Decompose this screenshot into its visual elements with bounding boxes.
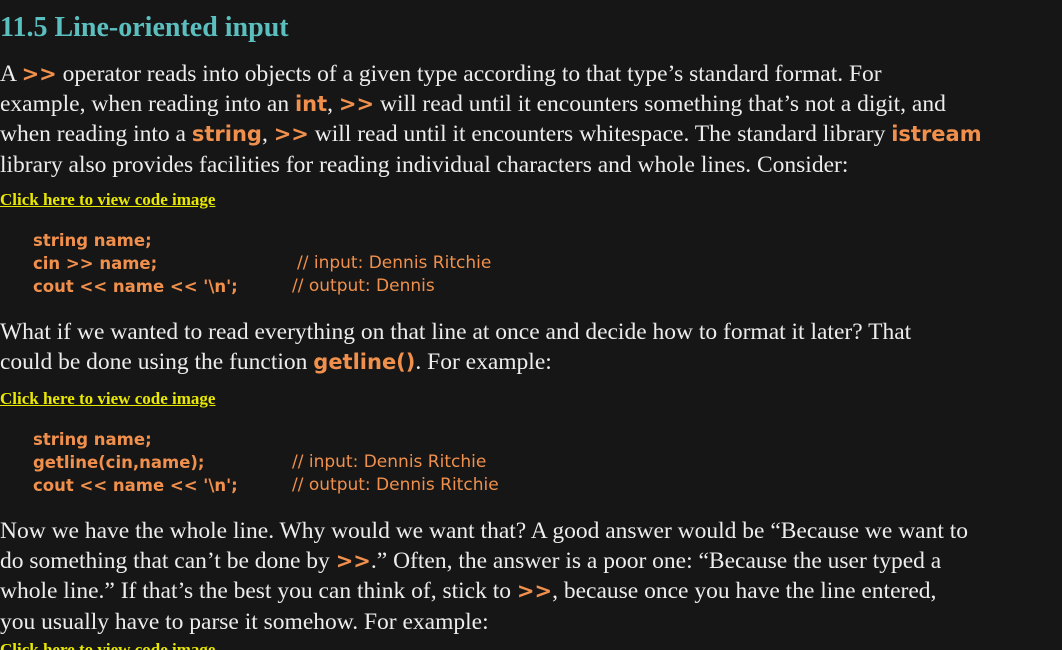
code-text: string name; bbox=[33, 430, 152, 449]
code-comment: // input: Dennis Ritchie bbox=[297, 253, 492, 273]
text-run: .” Often, the answer is a poor one: “Bec… bbox=[370, 548, 942, 575]
inline-code: >> bbox=[335, 549, 371, 574]
inline-code: istream bbox=[891, 122, 982, 147]
code-text: cin >> name; bbox=[33, 254, 158, 273]
text-run: when reading into a bbox=[0, 121, 192, 148]
text-run: A bbox=[0, 61, 22, 87]
text-run: whole line.” If that’s the best you can … bbox=[0, 578, 517, 605]
code-comment: // input: Dennis Ritchie bbox=[292, 452, 487, 472]
text-run: . For example: bbox=[415, 349, 552, 376]
paragraph-line: Now we have the whole line. Why would we… bbox=[0, 518, 969, 544]
inline-code: >> bbox=[21, 62, 57, 86]
inline-code: int bbox=[294, 92, 328, 117]
paragraph-whole-line: Now we have the whole line. Why would we… bbox=[0, 516, 1062, 637]
paragraph-line: A >> operator reads into objects of a gi… bbox=[0, 59, 1062, 89]
inline-code: >> bbox=[516, 579, 553, 604]
code-line: cout << name << '\n'; // output: Dennis … bbox=[33, 474, 633, 497]
view-code-image-link[interactable]: Click here to view code image bbox=[0, 389, 215, 409]
paragraph-line: could be done using the function getline… bbox=[0, 347, 1062, 377]
code-text: getline(cin,name); bbox=[33, 453, 205, 472]
text-run: will read until it encounters something … bbox=[374, 91, 946, 118]
code-line: cout << name << '\n'; // output: Dennis bbox=[33, 275, 633, 298]
inline-code: string bbox=[191, 122, 262, 147]
paragraph-intro: A >> operator reads into objects of a gi… bbox=[0, 59, 1062, 180]
section-heading: 11.5 Line-oriented input bbox=[0, 12, 289, 43]
paragraph-line: when reading into a string, >> will read… bbox=[0, 119, 1062, 149]
code-block-getline: string name; getline(cin,name); // input… bbox=[33, 428, 633, 497]
code-comment: // output: Dennis Ritchie bbox=[292, 475, 499, 495]
text-run: , bbox=[261, 121, 274, 148]
text-run: operator reads into objects of a given t… bbox=[56, 61, 882, 87]
paragraph-line: example, when reading into an int, >> wi… bbox=[0, 89, 1062, 119]
code-line: string name; bbox=[33, 229, 633, 252]
inline-code: >> bbox=[338, 92, 375, 117]
view-code-image-link[interactable]: Click here to view code image bbox=[0, 190, 215, 210]
code-text: cout << name << '\n'; bbox=[33, 277, 238, 296]
code-text: string name; bbox=[33, 231, 152, 250]
code-comment: // output: Dennis bbox=[292, 276, 435, 296]
code-text: cout << name << '\n'; bbox=[33, 476, 238, 495]
paragraph-getline: What if we wanted to read everything on … bbox=[0, 317, 1062, 377]
code-line: string name; bbox=[33, 428, 633, 451]
paragraph-line: do something that can’t be done by >>.” … bbox=[0, 546, 1062, 576]
view-code-image-link[interactable]: Click here to view code image bbox=[0, 640, 215, 650]
text-run: could be done using the function bbox=[0, 349, 314, 376]
inline-code: >> bbox=[273, 122, 309, 147]
inline-code: getline() bbox=[313, 350, 416, 375]
paragraph-line: you usually have to parse it somehow. Fo… bbox=[0, 608, 489, 635]
text-run: , because once you have the line entered… bbox=[552, 578, 937, 605]
text-run: do something that can’t be done by bbox=[0, 548, 336, 575]
code-block-cin: string name; cin >> name; // input: Denn… bbox=[33, 229, 633, 298]
text-run: example, when reading into an bbox=[0, 91, 295, 118]
text-run: , bbox=[327, 91, 339, 118]
code-line: cin >> name; // input: Dennis Ritchie bbox=[33, 252, 633, 275]
paragraph-line: library also provides facilities for rea… bbox=[0, 151, 849, 178]
paragraph-line: whole line.” If that’s the best you can … bbox=[0, 576, 1062, 606]
paragraph-line: What if we wanted to read everything on … bbox=[0, 319, 912, 345]
text-run: will read until it encounters whitespace… bbox=[308, 121, 892, 148]
code-line: getline(cin,name); // input: Dennis Ritc… bbox=[33, 451, 633, 474]
